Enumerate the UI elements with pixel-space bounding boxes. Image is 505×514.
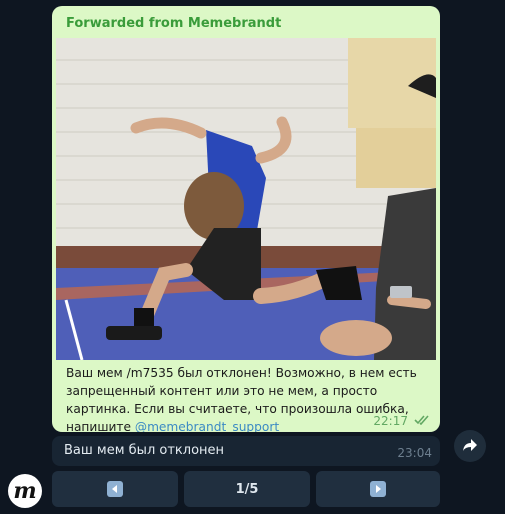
forwarded-from-header[interactable]: Forwarded from Memebrandt	[66, 16, 281, 31]
bot-message-text: Ваш мем был отклонен	[64, 443, 225, 458]
meme-photo[interactable]	[56, 38, 436, 360]
next-page-button[interactable]	[316, 471, 440, 507]
memebrandt-logo-avatar[interactable]: m	[8, 474, 42, 508]
prev-page-button[interactable]	[52, 471, 178, 507]
support-link[interactable]: @memebrandt_support	[135, 420, 279, 432]
next-arrow-icon	[370, 481, 386, 497]
forwarded-message-text: Ваш мем /m7535 был отклонен! Возможно, в…	[66, 364, 418, 432]
forwarded-message-bubble[interactable]: Forwarded from Memebrandt Ваш мем /m7535…	[52, 6, 440, 432]
forwarded-message-time: 22:17	[373, 414, 408, 428]
bot-message-time: 23:04	[397, 446, 432, 460]
prev-arrow-icon	[107, 481, 123, 497]
forwarded-message-meta: 22:17	[373, 414, 430, 428]
double-check-icon	[414, 414, 430, 428]
page-indicator-button[interactable]: 1/5	[184, 471, 310, 507]
share-arrow-icon	[462, 437, 478, 456]
share-button[interactable]	[454, 430, 486, 462]
bot-message-bubble[interactable]: Ваш мем был отклонен 23:04	[52, 436, 440, 466]
page-indicator-label: 1/5	[235, 481, 259, 497]
